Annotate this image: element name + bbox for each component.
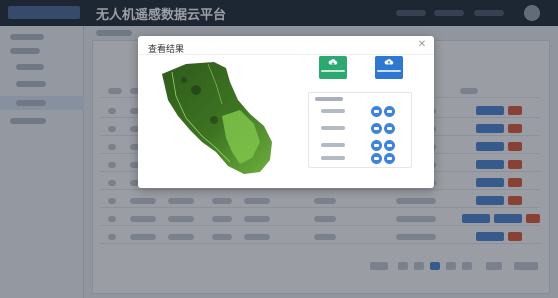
- close-icon[interactable]: ✕: [416, 39, 428, 51]
- dark-spot: [210, 116, 218, 124]
- result-name: [321, 156, 345, 160]
- download-button-caption: [321, 70, 345, 72]
- view-result-button[interactable]: [371, 123, 382, 134]
- result-name: [321, 143, 345, 147]
- upload-button[interactable]: [375, 56, 403, 79]
- dark-spot: [181, 77, 187, 83]
- result-name: [321, 126, 345, 130]
- results-panel-heading: [315, 97, 343, 101]
- download-result-button[interactable]: [384, 153, 395, 164]
- download-result-button[interactable]: [384, 123, 395, 134]
- result-dialog: 查看结果 ✕: [138, 36, 434, 188]
- download-result-button[interactable]: [384, 140, 395, 151]
- view-result-button[interactable]: [371, 153, 382, 164]
- result-row: [319, 122, 409, 136]
- cloud-upload-icon: [384, 59, 394, 65]
- dialog-divider: [138, 54, 434, 55]
- upload-button-caption: [377, 70, 401, 72]
- download-button[interactable]: [319, 56, 347, 79]
- cloud-download-icon: [328, 59, 338, 65]
- orthomosaic-image: [162, 62, 272, 174]
- view-result-button[interactable]: [371, 106, 382, 117]
- view-result-button[interactable]: [371, 140, 382, 151]
- result-name: [321, 109, 345, 113]
- result-row: [319, 105, 409, 119]
- results-panel: [308, 92, 412, 168]
- dark-spot: [191, 85, 201, 95]
- result-row: [319, 152, 409, 166]
- result-row: [319, 139, 409, 153]
- download-result-button[interactable]: [384, 106, 395, 117]
